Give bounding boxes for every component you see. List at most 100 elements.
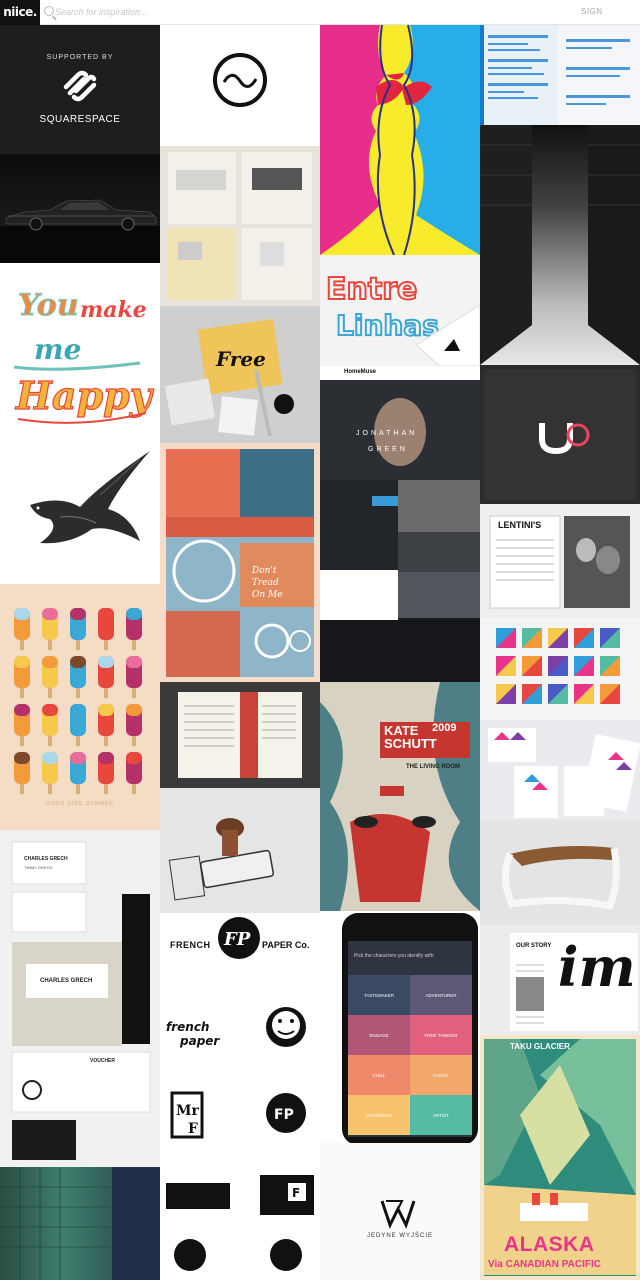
happy-lettering-image: You make me Happy xyxy=(13,288,155,424)
sign-in-link[interactable]: SIGN xyxy=(581,7,603,16)
tile-lentinis-menu[interactable]: LENTINI'S xyxy=(480,504,640,618)
uo-logo-icon xyxy=(484,369,636,500)
tile-geometric-blocks[interactable] xyxy=(480,618,640,720)
blue-layout-image xyxy=(480,25,630,125)
grid-column-1: SUPPORTED BY SQUARESPACE You make me Hap… xyxy=(0,25,160,1280)
niice-logo[interactable]: niice. xyxy=(0,0,40,25)
popsicle xyxy=(98,704,114,746)
svg-text:On Me: On Me xyxy=(252,590,283,600)
tile-charles-grech[interactable]: CHARLES GRECH TIMMY GRECH CHARLES GRECH … xyxy=(0,830,160,1167)
grech-voucher: VOUCHER xyxy=(90,1058,116,1064)
supported-by-label: SUPPORTED BY xyxy=(46,54,114,61)
tile-vintage-car[interactable] xyxy=(0,154,160,263)
tile-kiss-illustration[interactable] xyxy=(320,25,480,255)
grid-column-3: Entre Linhas HomeMuse JONATHAN GREEN KAT… xyxy=(320,25,480,1280)
im-text: im xyxy=(558,935,636,999)
tile-braun-catalog[interactable] xyxy=(160,146,320,306)
tile-homemuse-site[interactable]: HomeMuse JONATHAN GREEN xyxy=(320,366,480,682)
tile-building[interactable] xyxy=(480,125,640,365)
chair-image xyxy=(502,846,620,911)
braun-catalog-image xyxy=(168,152,312,300)
bike-poster-image: Don't Tread On Me xyxy=(166,449,314,677)
popsicle xyxy=(42,752,58,794)
open-book-image xyxy=(178,692,302,778)
popsicle xyxy=(98,608,114,650)
svg-text:FP: FP xyxy=(274,1107,294,1123)
popsicle xyxy=(126,656,142,698)
jonathan-last: GREEN xyxy=(368,446,408,453)
phone-cell-label: TASTEMAKER xyxy=(364,993,395,998)
grech-stationery-image xyxy=(11,841,151,1160)
svg-text:Don't: Don't xyxy=(251,566,277,576)
phone-cell-label: ADVENTURER xyxy=(425,993,457,998)
phone-cell-label: DAYDREAM xyxy=(366,1113,391,1118)
search-input[interactable] xyxy=(55,3,355,21)
phone-cell-label: ENGAGE xyxy=(369,1033,388,1038)
svg-text:Free: Free xyxy=(215,347,266,371)
homemuse-brand: HomeMuse xyxy=(344,369,377,375)
tile-blue-layout[interactable] xyxy=(480,25,640,125)
popsicle xyxy=(98,752,114,794)
svg-text:french: french xyxy=(166,1020,209,1034)
free-packaging-image: Free xyxy=(164,319,294,437)
popsicle xyxy=(98,656,114,698)
triangle-cards-image xyxy=(488,728,640,818)
svg-text:You: You xyxy=(18,288,79,323)
homemuse-site-image xyxy=(320,366,480,682)
alaska-subtitle: Via CANADIAN PACIFIC xyxy=(488,1259,601,1270)
popsicle xyxy=(126,608,142,650)
svg-text:Entre: Entre xyxy=(326,272,417,307)
tile-phone-app[interactable]: TASTEMAKER ADVENTURER ENGAGE FREE THINKER CH… xyxy=(320,911,480,1143)
tile-french-paper[interactable]: FRENCH PAPER Co. FP french paper Mr F FP xyxy=(160,913,320,1280)
popsicle xyxy=(70,704,86,746)
tile-swallow[interactable] xyxy=(0,445,160,584)
tile-im-magazine[interactable]: OUR STORY im xyxy=(480,925,640,1035)
kate-year: 2009 xyxy=(432,722,457,734)
phone-cell-label: CANDY xyxy=(433,1073,449,1078)
tile-bike-poster[interactable]: Don't Tread On Me xyxy=(160,443,320,682)
tile-entre-linhas[interactable]: Entre Linhas xyxy=(320,255,480,366)
phone-cell-label: ARTIST xyxy=(433,1113,449,1118)
im-label: OUR STORY xyxy=(516,943,552,949)
car-image xyxy=(0,199,160,263)
popsicle xyxy=(70,752,86,794)
phone-app-image: TASTEMAKER ADVENTURER ENGAGE FREE THINKER CH… xyxy=(342,913,478,1143)
svg-text:make: make xyxy=(80,297,147,323)
tile-chair[interactable] xyxy=(480,820,640,925)
popsicle xyxy=(14,752,30,794)
popsicles-caption: GOOD SIDE SUMMER xyxy=(46,801,114,807)
kiss-illustration-image xyxy=(320,25,480,255)
tile-kate-schutt-poster[interactable]: KATE SCHUTT 2009 THE LIVING ROOM xyxy=(320,682,480,911)
tile-green-bathroom[interactable] xyxy=(0,1167,160,1280)
tile-alaska-poster[interactable]: TAKU GLACIER ALASKA Via CANADIAN PACIFIC xyxy=(480,1035,640,1280)
wyjscie-logo-icon xyxy=(380,1200,416,1229)
svg-text:FP: FP xyxy=(223,929,251,950)
popsicle xyxy=(14,608,30,650)
tile-triangle-cards[interactable] xyxy=(480,720,640,820)
sponsor-tile[interactable]: SUPPORTED BY SQUARESPACE xyxy=(0,25,160,154)
tile-open-book[interactable] xyxy=(160,682,320,788)
tile-uo-logo[interactable] xyxy=(480,365,640,504)
svg-text:paper: paper xyxy=(179,1034,220,1048)
jonathan-first: JONATHAN xyxy=(356,430,418,437)
svg-text:me: me xyxy=(34,333,81,366)
squarespace-brand: SQUARESPACE xyxy=(39,114,121,125)
squarespace-logo-icon xyxy=(63,70,97,102)
popsicle xyxy=(70,656,86,698)
top-bar: niice. SIGN xyxy=(0,0,640,25)
phone-title: Pick the characters you identify with xyxy=(354,953,434,959)
tile-popsicles[interactable]: GOOD SIDE SUMMER xyxy=(0,584,160,830)
grech-subname: TIMMY GRECH xyxy=(24,865,53,870)
green-tiles-image xyxy=(0,1167,160,1280)
tile-jedyne-wyjscie[interactable]: JEDYNE WYJŚCIE xyxy=(320,1143,480,1280)
tile-you-make-me-happy[interactable]: You make me Happy xyxy=(0,263,160,445)
phone-cell-label: FREE THINKER xyxy=(425,1033,459,1038)
tile-free-packaging[interactable]: Free xyxy=(160,306,320,443)
tile-circle-logo[interactable] xyxy=(160,25,320,146)
popsicle xyxy=(14,656,30,698)
french-paper-logos-image: FP french paper Mr F FP F xyxy=(166,917,314,1271)
tile-rubber-stamp[interactable] xyxy=(160,788,320,913)
grid-column-4: LENTINI'S OUR STORY im TAKU GLACIER ALAS… xyxy=(480,25,640,1280)
popsicle xyxy=(14,704,30,746)
kate-venue: THE LIVING ROOM xyxy=(406,764,460,770)
